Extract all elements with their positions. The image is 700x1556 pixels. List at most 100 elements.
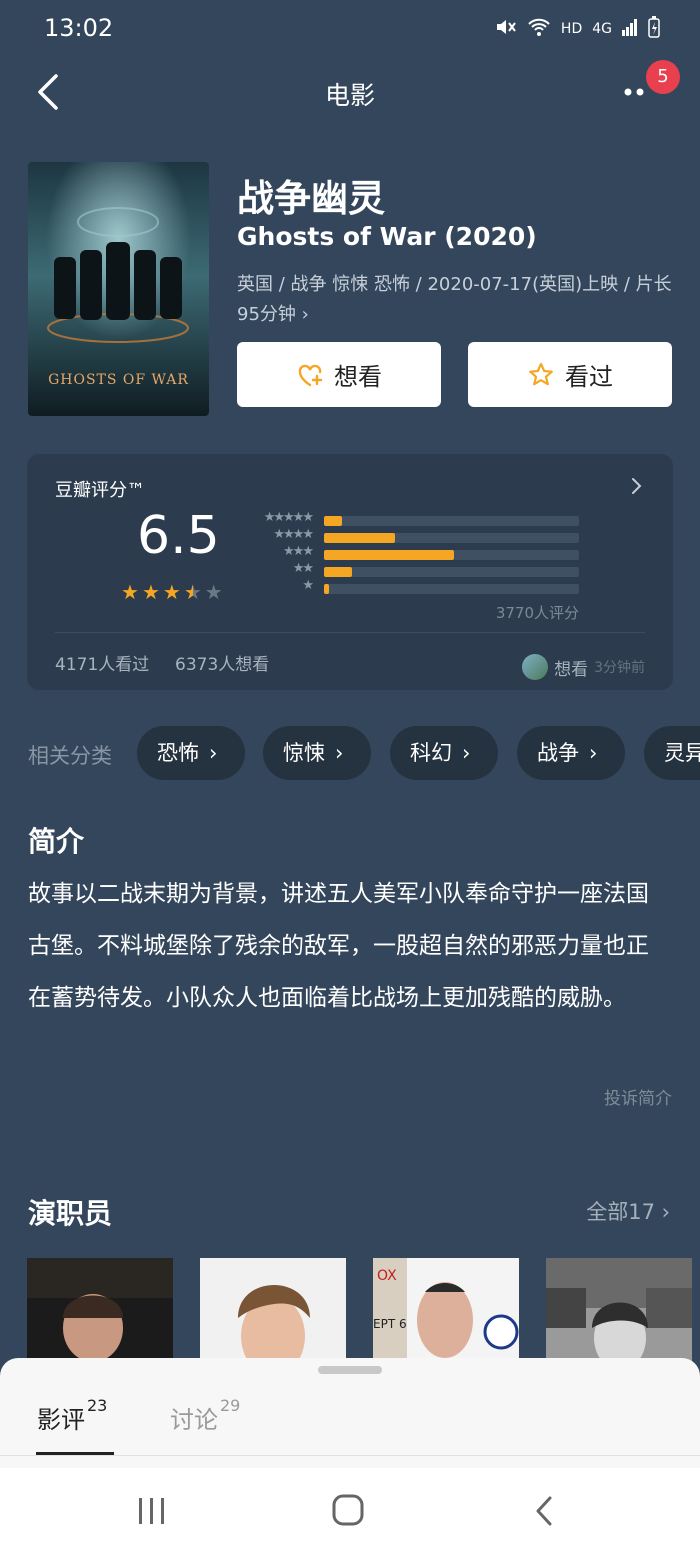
cast-photo-1[interactable] [27,1258,173,1368]
svg-text:OX: OX [377,1268,397,1284]
avatar [522,654,549,680]
system-back-button[interactable] [530,1494,558,1532]
rating-bar-stars: ★★★★ [273,527,314,542]
tag-thriller[interactable]: 惊悚 › [263,726,371,780]
rating-bar-fill [324,533,396,543]
cast-all-link[interactable]: 全部17 › [586,1196,670,1226]
rating-bar-fill [324,516,342,526]
status-icons: HD 4G [495,16,660,42]
cast-title: 演职员 [28,1197,113,1230]
intro-text: 故事以二战末期为背景，讲述五人美军小队奉命守护一座法国古堡。不料城堡除了残余的敌… [28,881,649,1011]
star-outline-icon [529,362,553,385]
poster-title: GHOSTS OF WAR [48,372,189,388]
chevron-right-icon: › [462,741,471,765]
tags-label: 相关分类 [28,744,112,768]
rating-bar-stars: ★★★ [283,544,314,559]
rating-bar-row: ★★★ [247,544,587,562]
chevron-right-icon: › [209,741,218,765]
divider [55,632,645,633]
rating-bar-track [324,550,579,560]
movie-title-en: Ghosts of War (2020) [237,222,537,251]
notification-badge[interactable]: 5 [646,60,680,94]
tag-scifi[interactable]: 科幻 › [390,726,498,780]
page-title: 电影 [324,81,375,110]
tag-war[interactable]: 战争 › [517,726,625,780]
rating-bar-stars: ★★ [292,561,314,576]
rating-bar-row: ★★★★ [247,527,587,545]
rating-bar-stars: ★ [302,578,314,593]
tag-label: 恐怖 [157,741,199,765]
star-icon: ★ [162,580,181,604]
rating-label: 豆瓣评分™ [55,480,145,501]
report-intro-link[interactable]: 投诉简介 [604,1084,672,1109]
rating-bar-row: ★ [247,578,587,596]
want-to-watch-button[interactable]: 想看 [237,342,441,407]
rating-bar-fill [324,567,353,577]
cast-photo-2[interactable] [200,1258,346,1368]
tag-label: 惊悚 [283,741,325,765]
friend-time: 3分钟前 [594,660,645,676]
rating-bar-track [324,584,579,594]
friend-activity[interactable]: 想看 3分钟前 [522,654,645,680]
back-icon [536,1496,552,1526]
rating-bar-row: ★★★★★ [247,510,587,528]
signal-icon [622,18,638,40]
chevron-right-icon [629,474,645,498]
star-icon: ★ [121,580,139,604]
rating-bar-track [324,567,579,577]
tab-discussion[interactable]: 讨论29 [170,1396,240,1435]
bottom-sheet[interactable]: 影评23 讨论29 [0,1358,700,1468]
system-nav-bar [0,1468,700,1556]
star-icon: ★ [141,580,160,604]
divider [0,1455,700,1456]
cast-photo-4[interactable] [546,1258,692,1368]
tag-horror[interactable]: 恐怖 › [137,726,245,780]
tag-label: 战争 [537,741,579,765]
wanting-count[interactable]: 6373人想看 [175,650,269,675]
tag-label: 灵异 [664,741,700,765]
tag-label: 科幻 [410,741,452,765]
rating-card[interactable]: 豆瓣评分™ 6.5 ★ ★ ★ ★ ★ ★★★★★ ★★★★ ★★★ ★★ ★ 3770… [27,454,673,690]
battery-icon [648,16,660,42]
seen-label: 看过 [565,363,613,391]
tab-label: 讨论 [170,1406,218,1434]
tag-supernatural[interactable]: 灵异 [644,726,700,780]
half-star-icon: ★ [183,580,202,604]
watched-count[interactable]: 4171人看过 [55,650,149,675]
rating-stars: ★ ★ ★ ★ ★ [121,580,223,604]
tab-count: 23 [87,1396,108,1415]
friend-action: 想看 [554,659,589,680]
heart-plus-icon [298,364,323,386]
want-label: 想看 [334,363,382,391]
movie-poster[interactable]: GHOSTS OF WAR [28,162,209,416]
rating-bar-row: ★★ [247,561,587,579]
home-button[interactable] [330,1492,366,1532]
rating-bar-stars: ★★★★★ [263,510,314,525]
tab-label: 影评 [37,1406,85,1434]
mute-icon [495,17,517,41]
tab-count: 29 [220,1396,241,1415]
cast-photo-3[interactable]: OX EPT 6 [373,1258,519,1368]
rating-bar-fill [324,550,455,560]
intro-title: 简介 [28,825,85,858]
rating-bar-track [324,516,579,526]
chevron-right-icon: › [589,741,598,765]
recents-icon [139,1498,164,1524]
seen-button[interactable]: 看过 [468,342,672,407]
sheet-drag-handle[interactable] [318,1366,382,1374]
home-icon [332,1494,364,1526]
recent-apps-button[interactable] [136,1494,168,1532]
rating-bar-fill [324,584,330,594]
tab-reviews[interactable]: 影评23 [37,1396,107,1435]
status-time: 13:02 [44,14,114,42]
rating-score: 6.5 [137,506,220,566]
hd-label: HD [560,21,583,37]
movie-title-zh: 战争幽灵 [237,177,385,220]
movie-meta[interactable]: 英国 / 战争 惊悚 恐怖 / 2020-07-17(英国)上映 / 片长95分… [237,270,673,330]
star-empty-icon: ★ [204,580,223,604]
wifi-icon [527,17,551,41]
rating-bar-track [324,533,579,543]
cell-label: 4G [592,21,612,37]
chevron-right-icon: › [335,741,344,765]
svg-text:EPT 6: EPT 6 [373,1317,407,1331]
